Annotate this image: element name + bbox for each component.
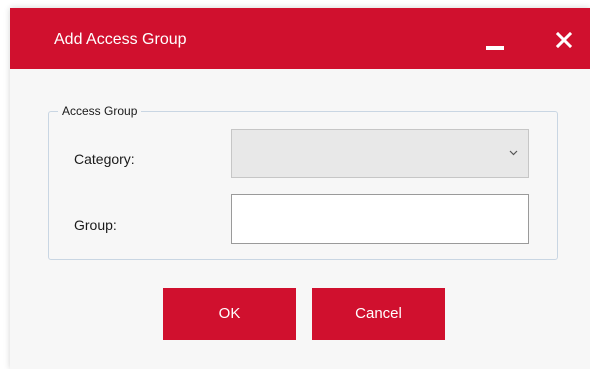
dialog-content: Access Group Category: Group: OK Cancel xyxy=(10,69,590,369)
dialog-title-bar[interactable]: Add Access Group xyxy=(10,8,590,69)
access-group-fieldset: Access Group Category: Group: xyxy=(48,103,558,260)
group-input[interactable] xyxy=(231,194,529,244)
cancel-button[interactable]: Cancel xyxy=(312,288,445,340)
category-label: Category: xyxy=(74,151,135,167)
access-group-legend: Access Group xyxy=(58,103,142,119)
minimize-icon xyxy=(486,46,504,50)
ok-button[interactable]: OK xyxy=(163,288,296,340)
minimize-button[interactable] xyxy=(476,22,512,58)
screen-background: Add Access Group Access Group Category: xyxy=(0,0,590,369)
add-access-group-dialog: Add Access Group Access Group Category: xyxy=(10,8,590,369)
chevron-down-icon xyxy=(509,150,518,156)
group-label: Group: xyxy=(74,217,117,233)
close-icon xyxy=(556,32,572,48)
category-select[interactable] xyxy=(231,129,529,178)
close-button[interactable] xyxy=(546,22,582,58)
dialog-title: Add Access Group xyxy=(54,31,187,48)
